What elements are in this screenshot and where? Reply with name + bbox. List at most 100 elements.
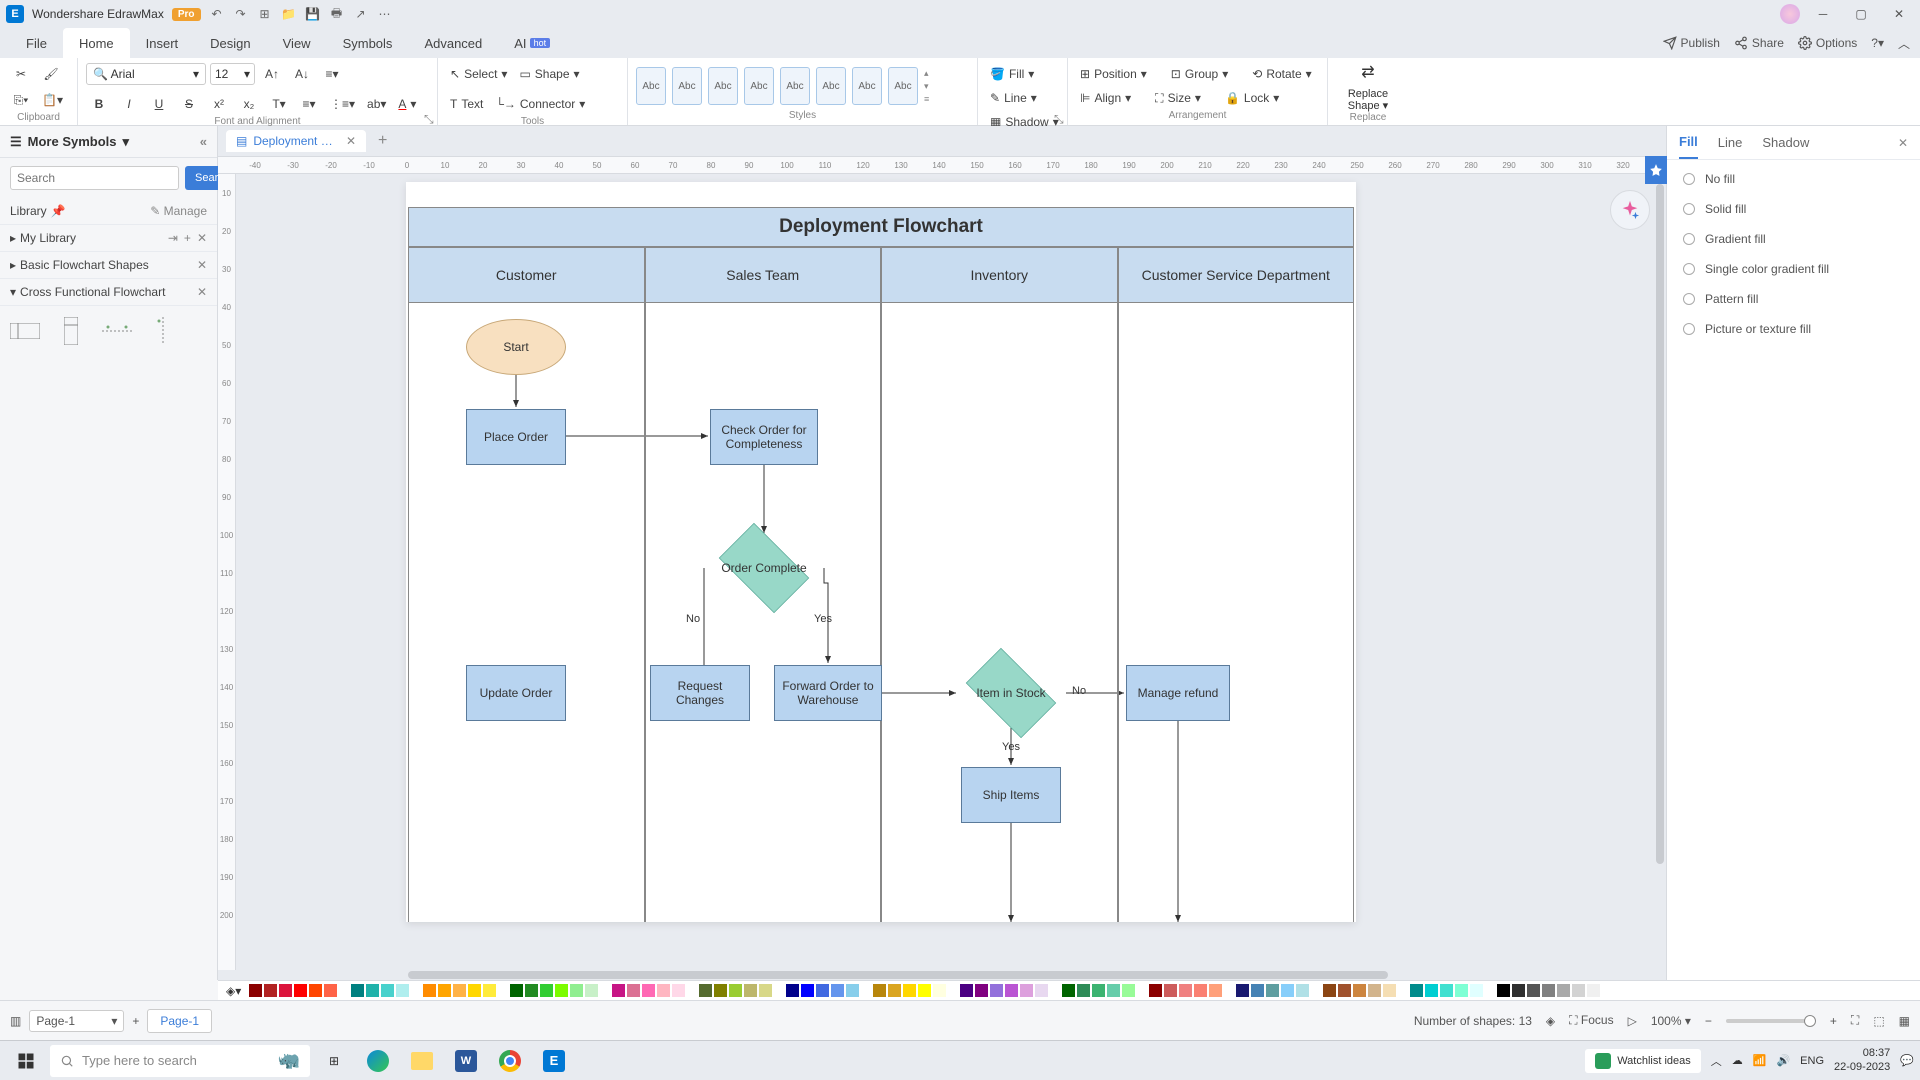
style-scroll-down-icon[interactable]: ▾ <box>924 81 929 92</box>
collapse-panel-icon[interactable]: « <box>200 134 207 149</box>
chevron-right-icon[interactable]: ▸ <box>10 231 16 245</box>
underline-icon[interactable]: U <box>146 92 172 116</box>
node-forward-order[interactable]: Forward Order to Warehouse <box>774 665 882 721</box>
color-swatch[interactable] <box>729 984 742 997</box>
notifications-icon[interactable]: 💬 <box>1900 1054 1914 1067</box>
taskbar-search[interactable]: Type here to search 🦏 <box>50 1045 310 1077</box>
grid-icon[interactable]: ▦ <box>1899 1014 1910 1028</box>
replace-shape-icon[interactable]: ⇄ <box>1361 62 1374 82</box>
position-button[interactable]: ⊞ Position▾ <box>1076 62 1151 86</box>
presentation-icon[interactable]: ▷ <box>1628 1014 1637 1028</box>
style-scroll-up-icon[interactable]: ▴ <box>924 68 929 79</box>
zoom-out-button[interactable]: − <box>1705 1014 1712 1028</box>
color-swatch[interactable] <box>933 984 946 997</box>
size-button[interactable]: ⛶ Size▾ <box>1151 86 1205 110</box>
edrawmax-taskbar-icon[interactable]: E <box>534 1045 574 1077</box>
menu-file[interactable]: File <box>10 28 63 58</box>
wifi-icon[interactable]: 📶 <box>1753 1054 1767 1067</box>
shape-separator-v[interactable] <box>148 316 178 346</box>
volume-icon[interactable]: 🔊 <box>1776 1054 1790 1067</box>
italic-icon[interactable]: I <box>116 92 142 116</box>
color-swatch[interactable] <box>396 984 409 997</box>
color-swatch[interactable] <box>1338 984 1351 997</box>
paste-icon[interactable]: 📋▾ <box>38 88 67 112</box>
color-swatch[interactable] <box>453 984 466 997</box>
shape-tool[interactable]: ▭ Shape ▾ <box>515 62 583 86</box>
hamburger-icon[interactable]: ☰ <box>10 134 22 150</box>
color-swatch[interactable] <box>1179 984 1192 997</box>
word-icon[interactable]: W <box>446 1045 486 1077</box>
style-expand-icon[interactable]: ≡ <box>924 94 929 104</box>
color-swatch[interactable] <box>1368 984 1381 997</box>
color-swatch[interactable] <box>366 984 379 997</box>
color-swatch[interactable] <box>831 984 844 997</box>
color-swatch[interactable] <box>990 984 1003 997</box>
color-swatch[interactable] <box>714 984 727 997</box>
maximize-button[interactable]: ▢ <box>1846 4 1876 24</box>
close-tab-icon[interactable]: ✕ <box>346 134 356 148</box>
options-button[interactable]: Options <box>1798 36 1857 50</box>
focus-button[interactable]: ⛶ Focus <box>1569 1013 1613 1028</box>
color-swatch[interactable] <box>1035 984 1048 997</box>
language-icon[interactable]: ENG <box>1800 1055 1824 1067</box>
add-icon[interactable]: + <box>184 231 191 245</box>
menu-symbols[interactable]: Symbols <box>327 28 409 58</box>
document-tab[interactable]: ▤ Deployment Fl... ✕ <box>226 130 366 152</box>
color-swatch[interactable] <box>279 984 292 997</box>
color-swatch[interactable] <box>1410 984 1423 997</box>
color-swatch[interactable] <box>1122 984 1135 997</box>
format-panel-icon[interactable] <box>1645 156 1667 184</box>
user-avatar[interactable] <box>1780 4 1800 24</box>
chrome-icon[interactable] <box>490 1045 530 1077</box>
menu-advanced[interactable]: Advanced <box>408 28 498 58</box>
close-section-icon[interactable]: ✕ <box>197 285 207 299</box>
bold-icon[interactable]: B <box>86 92 112 116</box>
vertical-scrollbar[interactable] <box>1656 184 1664 864</box>
import-icon[interactable]: ⇥ <box>168 231 178 245</box>
color-swatch[interactable] <box>1440 984 1453 997</box>
case-icon[interactable]: T▾ <box>266 92 292 116</box>
color-swatch[interactable] <box>1470 984 1483 997</box>
strike-icon[interactable]: S <box>176 92 202 116</box>
align-icon[interactable]: ≡▾ <box>319 62 345 86</box>
color-swatch[interactable] <box>1353 984 1366 997</box>
color-swatch[interactable] <box>1005 984 1018 997</box>
tab-fill[interactable]: Fill <box>1679 126 1698 159</box>
zoom-level[interactable]: 100% ▾ <box>1651 1014 1691 1028</box>
edge-icon[interactable] <box>358 1045 398 1077</box>
eyedropper-icon[interactable]: ◈▾ <box>226 984 241 998</box>
color-swatch[interactable] <box>294 984 307 997</box>
horizontal-scrollbar[interactable] <box>408 971 1388 979</box>
font-color-icon[interactable]: A▾ <box>394 92 420 116</box>
node-ship-items[interactable]: Ship Items <box>961 767 1061 823</box>
color-swatch[interactable] <box>264 984 277 997</box>
minimize-button[interactable]: ─ <box>1808 4 1838 24</box>
page-paper[interactable]: Deployment Flowchart Customer Sales Team… <box>406 182 1356 922</box>
expand-icon[interactable]: ⤡ <box>1054 112 1064 122</box>
color-swatch[interactable] <box>801 984 814 997</box>
page-select[interactable]: Page-1▾ <box>29 1010 124 1032</box>
save-icon[interactable]: 💾 <box>305 6 321 22</box>
color-swatch[interactable] <box>1209 984 1222 997</box>
color-swatch[interactable] <box>1497 984 1510 997</box>
layers-icon[interactable]: ◈ <box>1546 1014 1555 1028</box>
color-swatch[interactable] <box>1542 984 1555 997</box>
color-swatch[interactable] <box>570 984 583 997</box>
color-swatch[interactable] <box>642 984 655 997</box>
node-manage-refund[interactable]: Manage refund <box>1126 665 1230 721</box>
basic-shapes-label[interactable]: Basic Flowchart Shapes <box>20 258 149 272</box>
color-swatch[interactable] <box>1107 984 1120 997</box>
chevron-down-icon[interactable]: ▾ <box>10 285 16 299</box>
fill-option-solid[interactable]: Solid fill <box>1683 202 1904 216</box>
color-swatch[interactable] <box>846 984 859 997</box>
color-swatch[interactable] <box>759 984 772 997</box>
page-layout-icon[interactable]: ▥ <box>10 1014 21 1028</box>
tab-shadow[interactable]: Shadow <box>1762 127 1809 158</box>
tab-line[interactable]: Line <box>1718 127 1743 158</box>
share-button[interactable]: Share <box>1734 36 1784 50</box>
color-swatch[interactable] <box>816 984 829 997</box>
color-swatch[interactable] <box>1587 984 1600 997</box>
format-painter-icon[interactable]: 🖌 <box>38 62 64 86</box>
color-swatch[interactable] <box>1077 984 1090 997</box>
color-swatch[interactable] <box>699 984 712 997</box>
